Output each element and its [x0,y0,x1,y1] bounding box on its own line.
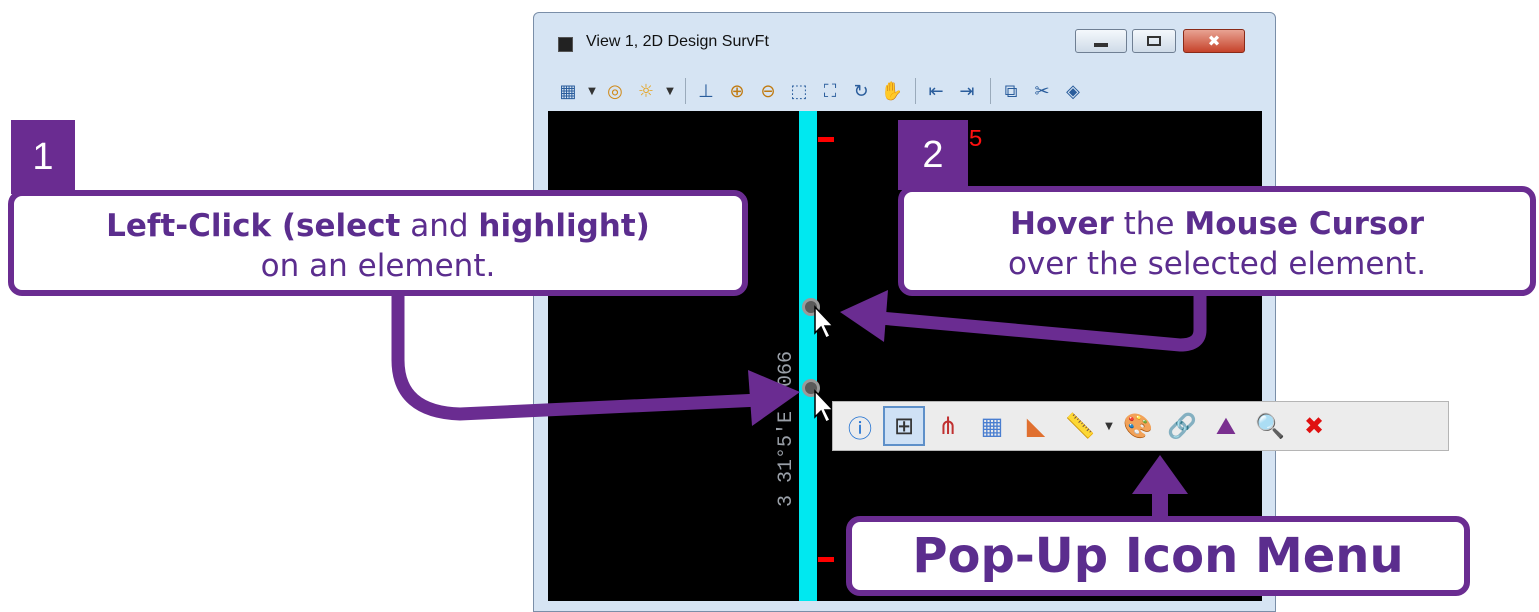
callout-step-2-line1: Hover the Mouse Cursor [1010,206,1424,242]
arrowhead-step2 [840,290,888,342]
callout-step-1-line2: on an element. [260,248,496,284]
arrow-step1 [391,285,767,421]
step-number-1: 1 [11,120,75,194]
callout-popup-menu-label: Pop-Up Icon Menu [846,516,1470,596]
callout-arrows [391,285,1207,520]
callout-step-2: Hover the Mouse Cursor over the selected… [898,186,1536,296]
callout-step-1-line1: Left-Click (select and highlight) [106,208,650,244]
callout-step-1: Left-Click (select and highlight) on an … [8,190,748,296]
arrowhead-step3 [1132,455,1188,494]
arrowhead-step1 [748,370,800,426]
arrow-step2 [873,287,1207,352]
callout-step-2-line2: over the selected element. [1007,246,1427,282]
step-number-2: 2 [898,120,968,190]
